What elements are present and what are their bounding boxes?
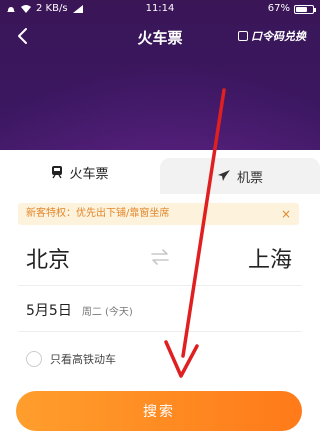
status-right: 67% bbox=[267, 0, 316, 18]
date-main: 5月5日 bbox=[26, 303, 72, 319]
date-weekday: 周二 (今天) bbox=[81, 307, 133, 318]
plane-icon bbox=[217, 170, 230, 181]
search-button[interactable]: 搜索 bbox=[16, 391, 302, 431]
redeem-code-button[interactable]: 口令码兑换 bbox=[238, 28, 306, 44]
title-bar: 火车票 口令码兑换 bbox=[0, 20, 320, 52]
divider bbox=[18, 285, 302, 286]
tab-flight[interactable]: 机票 bbox=[160, 158, 320, 194]
train-icon bbox=[52, 166, 63, 179]
hsr-only-toggle[interactable]: 只看高铁动车 bbox=[26, 351, 116, 367]
redeem-box-icon bbox=[238, 31, 248, 41]
date-selector[interactable]: 5月5日 周二 (今天) bbox=[26, 300, 133, 320]
hsr-checkbox[interactable] bbox=[26, 351, 42, 367]
redeem-label: 口令码兑换 bbox=[251, 30, 306, 43]
battery-icon bbox=[294, 4, 316, 14]
tab-flight-label: 机票 bbox=[236, 170, 263, 186]
promo-close-button[interactable]: × bbox=[281, 203, 291, 225]
promo-banner: 新客特权：优先出下铺/靠窗坐席 × bbox=[18, 203, 299, 225]
hsr-only-label: 只看高铁动车 bbox=[50, 353, 116, 366]
booking-card: 火车票 机票 新客特权：优先出下铺/靠窗坐席 × 北京 上海 5月5日 周二 (… bbox=[0, 150, 320, 448]
arrival-city[interactable]: 上海 bbox=[248, 242, 292, 274]
battery-fill bbox=[296, 6, 307, 12]
tab-train-label: 火车票 bbox=[69, 166, 109, 182]
promo-text: 新客特权：优先出下铺/靠窗坐席 bbox=[26, 208, 170, 219]
tab-train[interactable]: 火车票 bbox=[0, 150, 160, 194]
divider bbox=[18, 331, 302, 332]
status-bar: 2 KB/s 11:14 67% bbox=[0, 0, 320, 18]
swap-icon[interactable] bbox=[149, 247, 171, 267]
battery-percent: 67% bbox=[267, 3, 290, 14]
departure-city[interactable]: 北京 bbox=[26, 242, 70, 274]
